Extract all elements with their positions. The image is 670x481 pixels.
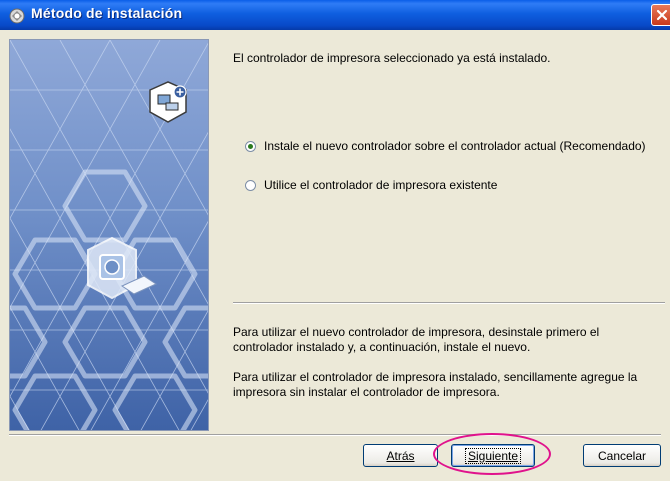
note-existing-driver-line2: impresora sin instalar el controlador de… [233,385,500,399]
note-existing-driver-line1: Para utilizar el controlador de impresor… [233,370,638,384]
close-icon [656,9,668,21]
next-button[interactable]: Siguiente [451,444,535,467]
side-banner-image [9,39,209,431]
note-new-driver-line1: Para utilizar el nuevo controlador de im… [233,325,600,339]
close-button[interactable] [651,4,670,26]
option-install-new-driver[interactable]: Instale el nuevo controlador sobre el co… [245,138,646,154]
footer-divider [9,434,661,436]
installer-app-icon [9,8,25,24]
back-button-label: Atrás [386,448,415,463]
note-new-driver: Para utilizar el nuevo controlador de im… [233,325,599,355]
option-use-existing-driver[interactable]: Utilice el controlador de impresora exis… [245,177,497,193]
note-existing-driver: Para utilizar el controlador de impresor… [233,370,637,400]
installed-message: El controlador de impresora seleccionado… [233,51,551,65]
note-new-driver-line2: controlador instalado y, a continuación,… [233,340,531,354]
radio-use-existing[interactable] [245,179,256,191]
window-title: Método de instalación [31,5,183,21]
option-use-existing-label: Utilice el controlador de impresora exis… [264,178,498,192]
cancel-button-label: Cancelar [597,448,647,463]
content-divider [233,302,665,304]
title-bar[interactable]: Método de instalación [0,0,670,30]
next-button-label: Siguiente [464,447,522,464]
installer-window: Método de instalación El controlador de … [0,0,670,481]
radio-install-new[interactable] [245,140,256,152]
cancel-button[interactable]: Cancelar [583,444,661,467]
option-install-new-label: Instale el nuevo controlador sobre el co… [264,139,646,153]
back-button[interactable]: Atrás [363,444,438,467]
